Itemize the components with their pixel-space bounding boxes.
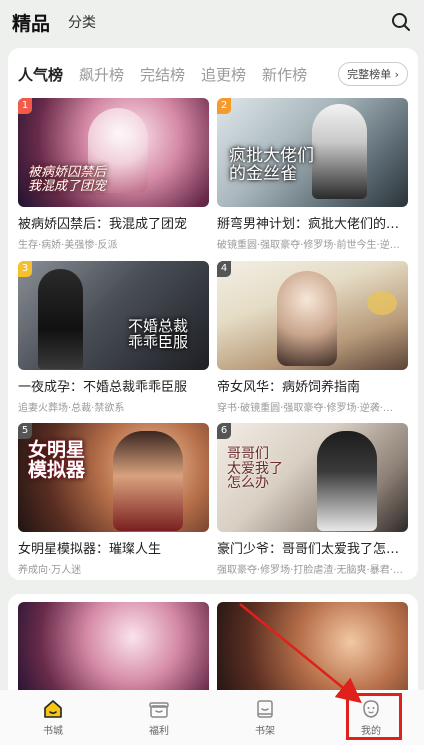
cover-title-art: 女明星 模拟器 [28,439,86,481]
top-bar: 精品 分类 [0,0,424,44]
tab-rising[interactable]: 飙升榜 [79,64,124,85]
rank-badge: 4 [217,261,231,277]
cover-title-art: 哥哥们 太爱我了 怎么办 [227,446,283,492]
rank-badge: 1 [18,98,32,114]
recommend-feed [8,594,418,694]
nav-label: 福利 [149,726,169,737]
book-tags: 生存·病娇·美强惨·反派 [18,240,118,251]
cover-title-art: 疯批大佬们 的金丝雀 [229,146,314,184]
book-cover[interactable]: 1 被病娇囚禁后 我混成了团宠 [18,98,209,207]
gift-icon [148,698,170,720]
nav-label: 书城 [43,726,63,737]
book-cover[interactable]: 3 不婚总裁 乖乖臣服 [18,261,209,370]
cover-title-art: 被病娇囚禁后 我混成了团宠 [28,165,107,194]
rank-badge: 6 [217,423,231,439]
book-item[interactable]: 5 女明星 模拟器 女明星模拟器：璀璨人生 养成向·万人迷 [18,423,209,576]
nav-bookshelf[interactable]: 书架 [212,690,318,745]
book-title[interactable]: 女明星模拟器：璀璨人生 [18,538,209,557]
cover-title-art: 不婚总裁 乖乖臣服 [128,317,189,351]
book-item[interactable]: 6 哥哥们 太爱我了 怎么办 豪门少爷：哥哥们太爱我了怎么… 强取豪夺·修罗场·打脸… [217,423,408,576]
book-cover[interactable]: 4 [217,261,408,370]
book-tags: 追妻火葬场·总裁·禁欲系 [18,403,125,414]
book-item[interactable]: 2 疯批大佬们 的金丝雀 掰弯男神计划：疯批大佬们的金… 破镜重圆·强取豪夺·修罗… [217,98,408,251]
feed-book-cover[interactable] [217,602,408,694]
book-item[interactable]: 3 不婚总裁 乖乖臣服 一夜成孕：不婚总裁乖乖臣服 追妻火葬场·总裁·禁欲系 [18,261,209,414]
book-cover[interactable]: 2 疯批大佬们 的金丝雀 [217,98,408,207]
feed-book-cover[interactable] [18,602,209,694]
category-tab[interactable]: 分类 [68,12,96,32]
book-title[interactable]: 掰弯男神计划：疯批大佬们的金… [217,213,408,232]
full-list-button[interactable]: 完整榜单 › [338,62,408,86]
nav-label: 书架 [255,726,275,737]
tab-new[interactable]: 新作榜 [262,64,307,85]
annotation-highlight-box [346,693,402,740]
bookshelf-icon [254,698,276,720]
tab-popular[interactable]: 人气榜 [18,64,63,85]
book-item[interactable]: 1 被病娇囚禁后 我混成了团宠 被病娇囚禁后：我混成了团宠 生存·病娇·美强惨·反… [18,98,209,251]
book-title[interactable]: 被病娇囚禁后：我混成了团宠 [18,213,209,232]
rank-badge: 3 [18,261,32,277]
header-title[interactable]: 精品 [12,9,50,36]
tab-following[interactable]: 追更榜 [201,64,246,85]
book-cover[interactable]: 6 哥哥们 太爱我了 怎么办 [217,423,408,532]
book-tags: 破镜重圆·强取豪夺·修罗场·前世今生·逆… [217,240,400,251]
nav-welfare[interactable]: 福利 [106,690,212,745]
rank-badge: 5 [18,423,32,439]
rank-badge: 2 [217,98,231,114]
book-cover[interactable]: 5 女明星 模拟器 [18,423,209,532]
book-title[interactable]: 豪门少爷：哥哥们太爱我了怎么… [217,538,408,557]
ranking-card: 人气榜 飙升榜 完结榜 追更榜 新作榜 完整榜单 › 1 被病娇囚禁后 我混成了团… [8,48,418,580]
book-title[interactable]: 一夜成孕：不婚总裁乖乖臣服 [18,376,209,395]
tab-completed[interactable]: 完结榜 [140,64,185,85]
book-tags: 养成向·万人迷 [18,565,82,576]
book-tags: 强取豪夺·修罗场·打脸虐渣·无脑爽·暴君·… [217,565,403,576]
search-icon[interactable] [390,11,412,33]
home-icon [42,698,64,720]
book-item[interactable]: 4 帝女风华：病娇饲养指南 穿书·破镜重圆·强取豪夺·修罗场·逆袭·… [217,261,408,414]
book-title[interactable]: 帝女风华：病娇饲养指南 [217,376,408,395]
nav-bookstore[interactable]: 书城 [0,690,106,745]
ranking-tabs: 人气榜 飙升榜 完结榜 追更榜 新作榜 完整榜单 › [8,48,418,100]
book-tags: 穿书·破镜重圆·强取豪夺·修罗场·逆袭·… [217,403,393,414]
